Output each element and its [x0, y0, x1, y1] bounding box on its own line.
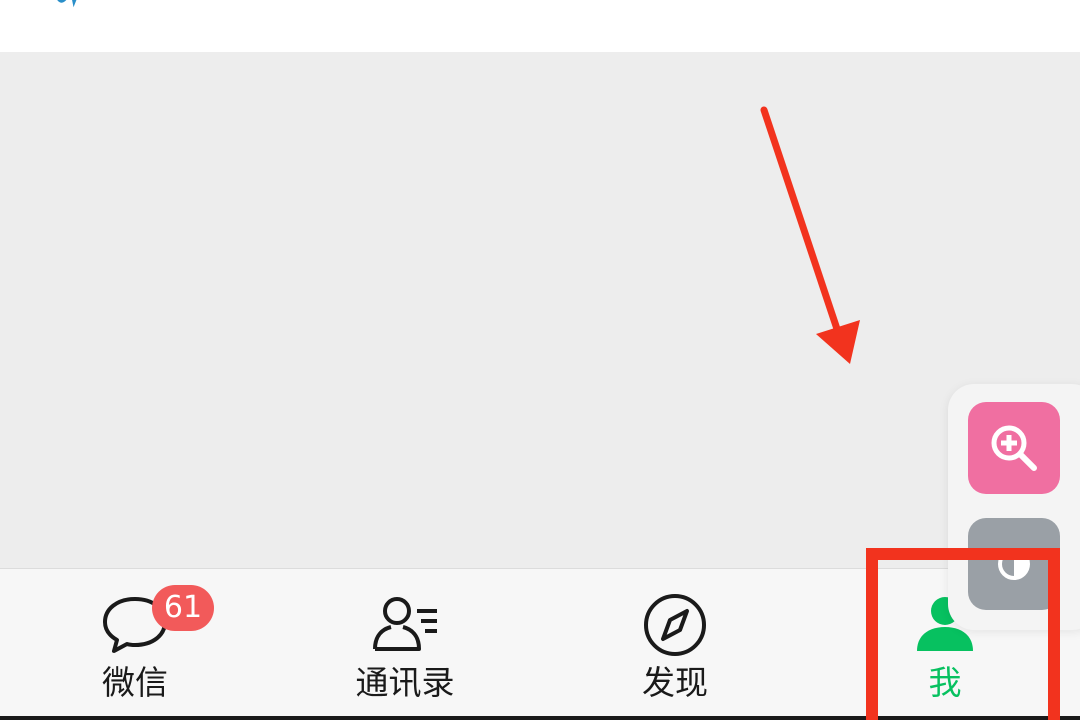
compass-icon: [644, 594, 706, 656]
bottom-divider: [0, 716, 1080, 720]
contacts-icon: [373, 597, 437, 651]
tab-discover[interactable]: 发现: [600, 569, 750, 717]
unread-badge: 61: [152, 585, 214, 631]
tab-discover-label: 发现: [642, 663, 708, 702]
red-arrow-icon: [760, 106, 860, 364]
tab-contacts-label: 通讯录: [355, 663, 455, 702]
tab-contacts[interactable]: 通讯录: [330, 569, 480, 717]
zoom-in-icon: [991, 425, 1037, 471]
top-bar: [0, 0, 1080, 52]
tab-wechat-label: 微信: [102, 663, 168, 702]
tab-me-label: 我: [928, 663, 962, 702]
zoom-button[interactable]: [968, 402, 1060, 494]
wechat-screen: 微信 通讯录 发现 我 61: [0, 0, 1080, 720]
partial-logo-icon: [57, 0, 77, 8]
content-area: [0, 52, 1080, 568]
contrast-button[interactable]: [968, 518, 1060, 610]
contrast-icon: [998, 548, 1030, 580]
